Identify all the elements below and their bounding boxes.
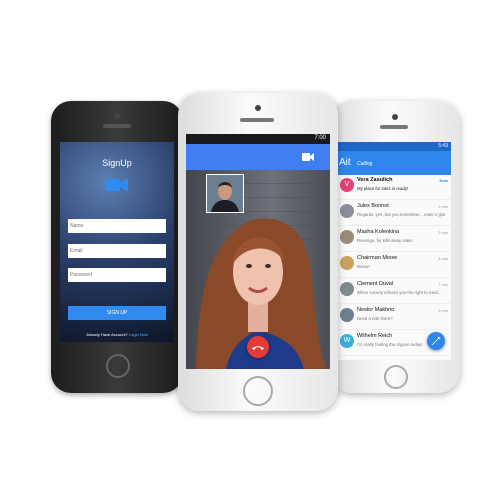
account-prompt-text: Already Have Account? xyxy=(86,332,128,337)
chat-list-item[interactable]: Clement Duval When society refuses you th… xyxy=(337,279,451,304)
name-field[interactable] xyxy=(68,219,166,233)
email-field[interactable] xyxy=(68,244,166,258)
call-phone: 7:00 xyxy=(178,93,338,411)
self-portrait xyxy=(207,175,243,212)
chat-list-item[interactable]: V Vera Zasulich My place for lokrs is read… xyxy=(337,175,451,200)
chat-timestamp: 3 min xyxy=(438,308,448,313)
password-field[interactable] xyxy=(68,268,166,282)
avatar xyxy=(340,308,354,322)
video-call-screen: 7:00 xyxy=(186,134,330,369)
avatar: V xyxy=(340,178,354,192)
avatar xyxy=(340,230,354,244)
end-call-button[interactable] xyxy=(247,336,269,358)
phone-hangup-icon xyxy=(252,346,264,350)
chat-message-preview: When society refuses you the right to ex… xyxy=(357,290,442,295)
status-time: 7:00 xyxy=(314,135,326,141)
chat-message-preview: Need a ride there? xyxy=(357,316,393,321)
chat-list-item[interactable]: Jules Bonnot Regards, yes, but you rememb… xyxy=(337,201,451,226)
app-subtitle: Calling xyxy=(357,161,373,167)
earpiece-speaker xyxy=(380,125,408,129)
login-link[interactable]: Login Now xyxy=(129,332,148,337)
front-camera xyxy=(255,105,261,111)
chat-contact-name: Vera Zasulich xyxy=(357,177,393,183)
chat-phone: 5:43 Ait Calling V Vera Zasulich My place … xyxy=(330,101,460,393)
call-toolbar xyxy=(186,144,330,170)
home-button[interactable] xyxy=(243,376,273,406)
front-camera xyxy=(114,113,120,119)
chat-contact-name: Chairman Meow xyxy=(357,255,398,261)
signup-screen: SignUp SIGN UP Already Have Account? Log… xyxy=(60,142,174,342)
signup-phone: SignUp SIGN UP Already Have Account? Log… xyxy=(51,101,183,393)
chat-contact-name: Nestor Makhno xyxy=(357,307,395,313)
pencil-icon xyxy=(432,336,441,345)
chat-contact-name: Clement Duval xyxy=(357,281,394,287)
chat-screen: 5:43 Ait Calling V Vera Zasulich My place … xyxy=(337,142,451,360)
chat-timestamp: 7 min xyxy=(438,282,448,287)
avatar xyxy=(340,256,354,270)
home-button[interactable] xyxy=(106,354,130,378)
earpiece-speaker xyxy=(103,124,131,128)
chat-list-item[interactable]: Masha Kolenkina Revenge, for kills away s… xyxy=(337,227,451,252)
compose-fab[interactable] xyxy=(427,332,445,350)
front-camera xyxy=(392,114,398,120)
chat-contact-name: Masha Kolenkina xyxy=(357,229,400,235)
self-video-preview[interactable] xyxy=(206,174,244,213)
chat-timestamp: 2 min xyxy=(438,230,448,235)
chat-list-item[interactable]: Nestor Makhno Need a ride there? 3 min xyxy=(337,305,451,330)
signup-title: SignUp xyxy=(102,158,132,168)
chat-timestamp: 2 min xyxy=(438,204,448,209)
signup-button[interactable]: SIGN UP xyxy=(68,306,166,320)
earpiece-speaker xyxy=(240,118,274,122)
home-button[interactable] xyxy=(384,365,408,389)
chat-timestamp: Now xyxy=(439,178,448,183)
status-bar: 5:43 xyxy=(337,142,451,151)
chat-message-preview: Revenge, for kills away sake! xyxy=(357,238,413,243)
status-bar: 7:00 xyxy=(186,134,330,144)
chat-contact-name: Jules Bonnot xyxy=(357,203,389,209)
chat-message-preview: Regards, yes, but you remember... enter … xyxy=(357,212,445,217)
chat-timestamp: 4 min xyxy=(438,256,448,261)
video-camera-icon[interactable] xyxy=(302,153,314,161)
avatar: W xyxy=(340,334,354,348)
app-title: Ait xyxy=(339,157,351,168)
app-bar: Ait Calling xyxy=(337,151,451,175)
status-time: 5:43 xyxy=(438,143,448,149)
avatar xyxy=(340,204,354,218)
chat-contact-name: Wilhelm Reich xyxy=(357,333,393,339)
avatar xyxy=(340,282,354,296)
chat-message-preview: My place for lokrs is ready! xyxy=(357,186,409,191)
video-camera-icon xyxy=(106,178,128,192)
login-prompt: Already Have Account? Login Now xyxy=(60,332,174,337)
chat-list-item[interactable]: Chairman Meow Meow! 4 min xyxy=(337,253,451,278)
chat-message-preview: Meow! xyxy=(357,264,370,269)
